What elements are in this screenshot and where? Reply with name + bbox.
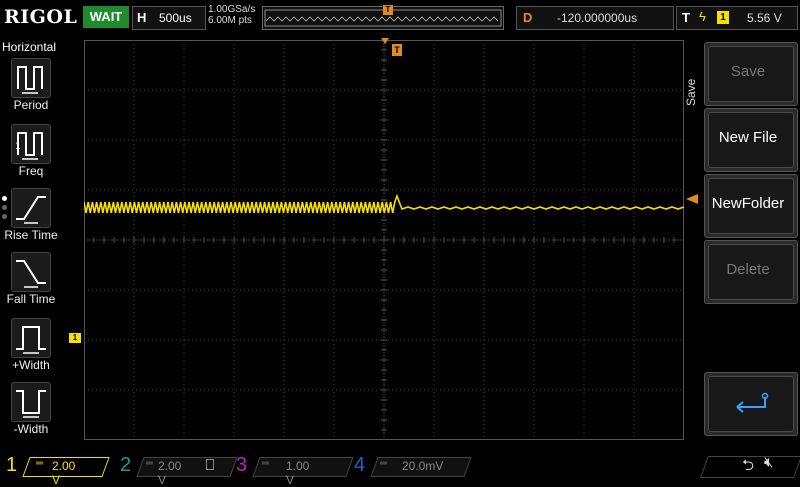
trigger-key-label: T [682, 10, 690, 25]
channel-3-coupling-icon: ═ [262, 458, 270, 469]
channel-3-number: 3 [236, 454, 248, 476]
save-button-label: Save [730, 63, 766, 80]
measure-positive-width[interactable]: +Width [0, 318, 62, 380]
enter-icon [736, 392, 769, 413]
delay-key-label: D [523, 10, 533, 25]
rigol-logo: RIGOL [4, 6, 78, 28]
measure-rise-time[interactable]: Rise Time [0, 188, 62, 250]
channel-1-offset-marker[interactable]: 1 [69, 333, 81, 343]
period-label: Period [13, 98, 49, 112]
new-file-button-label: New File [718, 129, 778, 146]
speaker-muted-icon: 🔇︎ [764, 454, 774, 471]
horizontal-scale-value: 500us [159, 11, 192, 25]
new-file-button[interactable]: New File [704, 108, 798, 172]
rise-time-label: Rise Time [4, 228, 58, 242]
channel-2-number: 2 [120, 454, 132, 476]
measure-period[interactable]: Period [0, 58, 62, 120]
channel-2-scale: 2.00 V [158, 459, 182, 487]
svg-text:1: 1 [15, 142, 21, 152]
run-status-badge: WAIT [83, 6, 129, 28]
delay-value: -120.000000us [557, 11, 638, 25]
waveform-overview[interactable]: T [262, 5, 504, 30]
menu-page-indicator [2, 196, 7, 219]
positive-width-icon [11, 318, 51, 358]
horizontal-scale-box[interactable]: H 500us [132, 6, 206, 30]
new-folder-button[interactable]: NewFolder [704, 174, 798, 238]
sample-info: 1.00GSa/s 6.00M pts [208, 4, 255, 26]
new-folder-button-label: NewFolder [711, 195, 785, 212]
trigger-position-marker[interactable]: T [392, 44, 402, 56]
negative-width-label: -Width [13, 422, 49, 436]
overview-trigger-marker: T [383, 5, 393, 15]
enter-button[interactable] [704, 372, 798, 436]
period-icon [11, 58, 51, 98]
channel-3-scale: 1.00 V [286, 459, 310, 487]
graticule [83, 39, 685, 441]
delete-button[interactable]: Delete [704, 240, 798, 304]
rise-time-icon [11, 188, 51, 228]
freq-label: Freq [18, 164, 44, 178]
trigger-level-marker[interactable] [686, 194, 698, 204]
fall-time-icon [11, 252, 51, 292]
memory-depth: 6.00M pts [208, 15, 252, 26]
frequency-icon: 1 [11, 124, 51, 164]
rising-edge-icon: ϟ [699, 9, 706, 24]
trigger-arrow-icon [381, 38, 389, 44]
negative-width-icon [11, 382, 51, 422]
usb-icon: ⮌ [742, 457, 755, 474]
horizontal-key-label: H [137, 10, 147, 25]
channel-1-scale: 2.00 V [52, 459, 76, 487]
left-menu-title: Horizontal [2, 40, 57, 54]
channel-1-coupling-icon: ═ [36, 458, 44, 469]
trigger-level-value: 5.56 V [747, 11, 782, 25]
right-menu-title: Save [684, 78, 698, 106]
trigger-source-badge: 1 [717, 11, 729, 24]
sample-rate: 1.00GSa/s [208, 4, 256, 15]
channel-4-coupling-icon: ═ [380, 458, 388, 469]
measure-freq[interactable]: 1 Freq [0, 124, 62, 186]
channel-4-scale: 20.0mV [402, 459, 444, 473]
waveform-display[interactable] [83, 39, 685, 441]
delay-box[interactable]: D -120.000000us [516, 6, 674, 30]
save-button[interactable]: Save [704, 42, 798, 106]
channel-2-bandwidth-icon [206, 459, 214, 470]
measure-fall-time[interactable]: Fall Time [0, 252, 62, 314]
channel-2-coupling-icon: ═ [146, 458, 154, 469]
trigger-box[interactable]: T ϟ 1 5.56 V [676, 6, 798, 30]
measure-negative-width[interactable]: -Width [0, 382, 62, 444]
delete-button-label: Delete [726, 261, 770, 278]
positive-width-label: +Width [12, 358, 50, 372]
channel-4-number: 4 [354, 454, 366, 476]
fall-time-label: Fall Time [6, 292, 56, 306]
channel-1-number: 1 [6, 454, 18, 476]
